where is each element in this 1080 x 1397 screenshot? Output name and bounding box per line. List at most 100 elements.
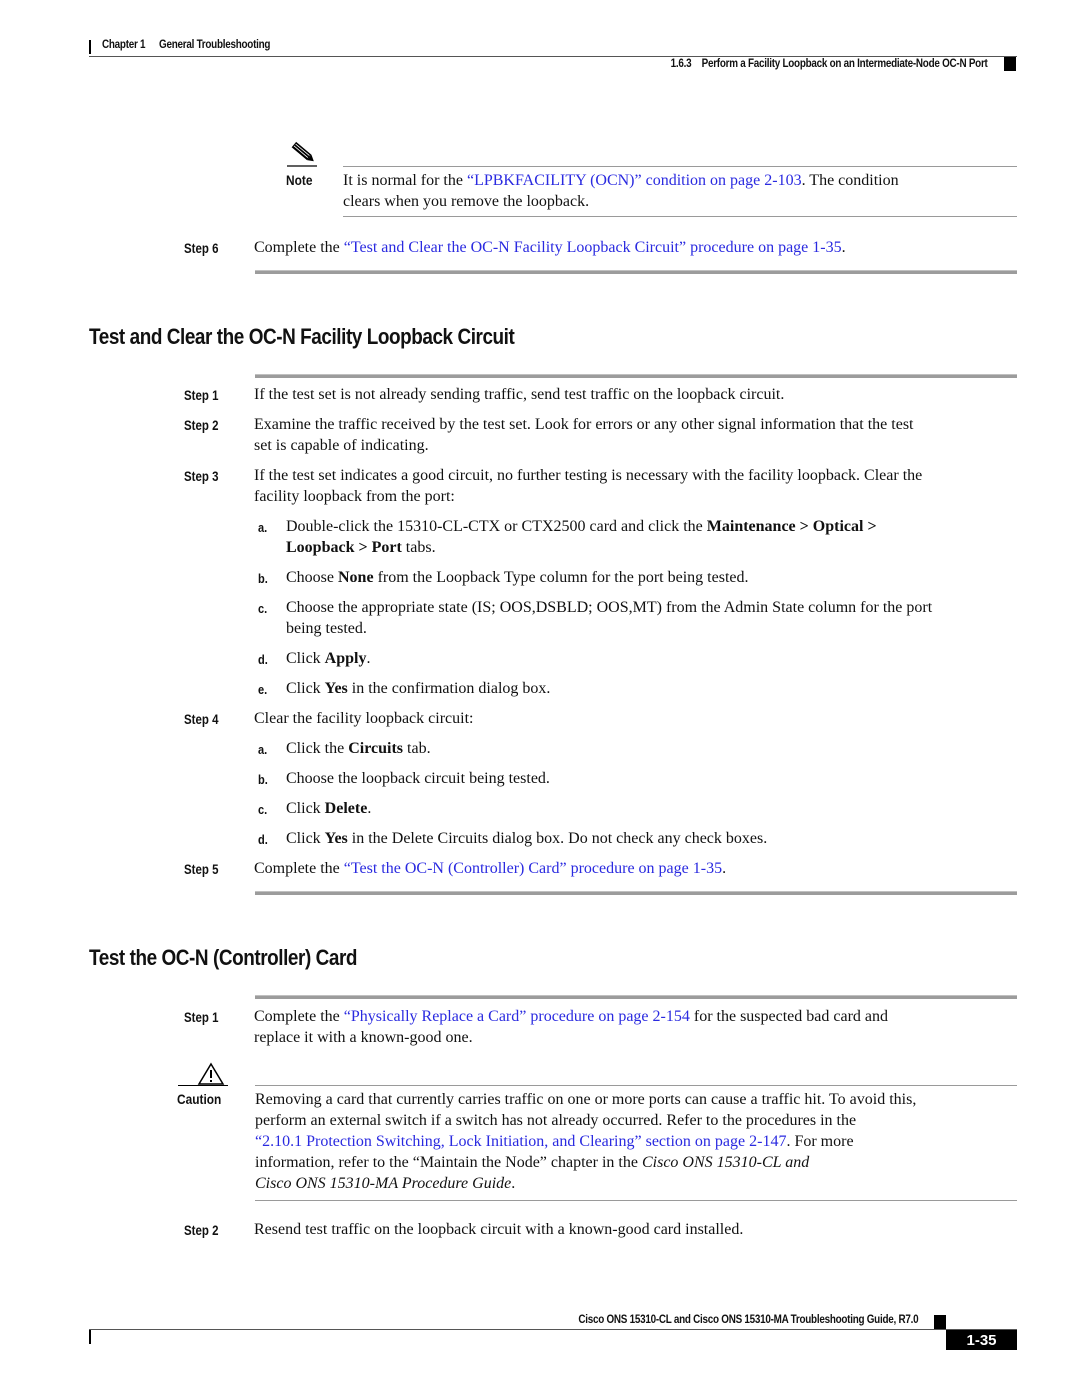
step-5-link[interactable]: “Test the OC-N (Controller) Card” proced… <box>344 860 722 877</box>
book-title: Cisco ONS 15310-CL and <box>641 1154 810 1171</box>
substep-label: d. <box>258 652 268 667</box>
ui-term: None <box>338 569 374 586</box>
step-text: Complete the “Test the OC-N (Controller)… <box>254 858 726 879</box>
text: . For more <box>786 1133 854 1150</box>
footer-marker-block <box>934 1315 946 1329</box>
substep-text: Double-click the 15310-CL-CTX or CTX2500… <box>286 516 877 537</box>
step-6-link[interactable]: “Test and Clear the OC-N Facility Loopba… <box>344 239 842 256</box>
footer-rule <box>89 1329 1017 1330</box>
header-rule <box>89 56 1017 57</box>
ui-term: Circuits <box>348 740 404 757</box>
note-link[interactable]: “LPBKFACILITY (OCN)” condition on page 2… <box>467 172 802 189</box>
text: tab. <box>403 740 431 757</box>
procedure-end-rule <box>255 891 1017 895</box>
text: Complete the <box>254 860 344 877</box>
step-label: Step 6 <box>184 240 219 256</box>
step-text: If the test set indicates a good circuit… <box>254 467 923 484</box>
text: . <box>366 650 371 667</box>
substep-text: Click Yes in the confirmation dialog box… <box>286 678 550 699</box>
section-title: Perform a Facility Loopback on an Interm… <box>702 58 988 70</box>
warning-triangle-icon <box>197 1062 225 1085</box>
procedure-start-rule <box>255 995 1017 999</box>
caution-text: Removing a card that currently carries t… <box>255 1091 917 1108</box>
substep-label: a. <box>258 520 268 535</box>
caution-text: perform an external switch if a switch h… <box>255 1112 857 1129</box>
step-text: Examine the traffic received by the test… <box>254 416 914 433</box>
text: information, refer to the “Maintain the … <box>255 1154 642 1171</box>
text: . <box>511 1175 516 1192</box>
step-label: Step 3 <box>184 468 219 484</box>
substep-text: Click Yes in the Delete Circuits dialog … <box>286 828 767 849</box>
caution-bottom-rule <box>255 1200 1017 1201</box>
step-text: If the test set is not already sending t… <box>254 386 785 403</box>
substep-text: Choose the loopback circuit being tested… <box>286 770 550 787</box>
procedure-end-rule <box>255 270 1017 274</box>
step-label: Step 1 <box>184 387 219 403</box>
substep-label: d. <box>258 832 268 847</box>
substep-label: b. <box>258 571 268 586</box>
note-text: It is normal for the <box>343 172 467 189</box>
text: Click the <box>286 740 349 757</box>
text: tabs. <box>401 539 436 556</box>
note-text: . The condition <box>801 172 899 189</box>
page-number: 1-35 <box>946 1330 1017 1350</box>
step-text: Resend test traffic on the loopback circ… <box>254 1221 744 1238</box>
protection-switching-link[interactable]: “2.10.1 Protection Switching, Lock Initi… <box>255 1133 786 1150</box>
caution-text: Cisco ONS 15310-MA Procedure Guide. <box>255 1173 515 1194</box>
caution-text: “2.10.1 Protection Switching, Lock Initi… <box>255 1131 854 1152</box>
substep-text: being tested. <box>286 620 367 637</box>
text: Click <box>286 830 325 847</box>
ui-term: Yes <box>324 680 348 697</box>
header-bar <box>89 40 91 54</box>
substep-label: e. <box>258 682 268 697</box>
step-text: set is capable of indicating. <box>254 437 429 454</box>
step-text: Clear the facility loopback circuit: <box>254 710 474 727</box>
substep-text: Choose the appropriate state (IS; OOS,DS… <box>286 599 933 616</box>
text: in the Delete Circuits dialog box. Do no… <box>347 830 768 847</box>
ui-path: Maintenance > Optical > <box>706 518 877 535</box>
step-text: replace it with a known-good one. <box>254 1029 473 1046</box>
substep-text: Choose None from the Loopback Type colum… <box>286 567 749 588</box>
step-label: Step 1 <box>184 1009 219 1025</box>
step-label: Step 4 <box>184 711 219 727</box>
step-label: Step 2 <box>184 1222 219 1238</box>
pencil-note-icon <box>287 141 317 167</box>
substep-text: Click the Circuits tab. <box>286 738 431 759</box>
ui-term: Apply <box>324 650 367 667</box>
ui-term: Delete <box>324 800 368 817</box>
substep-label: c. <box>258 802 268 817</box>
replace-card-link[interactable]: “Physically Replace a Card” procedure on… <box>344 1008 690 1025</box>
chapter-number: Chapter 1 <box>102 39 146 51</box>
step-6-text: Complete the “Test and Clear the OC-N Fa… <box>254 237 846 258</box>
header-chapter: Chapter 1 General Troubleshooting <box>102 39 270 51</box>
procedure-start-rule <box>255 374 1017 378</box>
caution-top-rule <box>255 1085 1017 1086</box>
step-text: . <box>841 239 846 256</box>
text: Complete the <box>254 1008 344 1025</box>
header-marker-block <box>1004 57 1016 71</box>
caution-label: Caution <box>177 1091 222 1107</box>
header-section: 1.6.3 Perform a Facility Loopback on an I… <box>671 58 988 70</box>
note-bottom-rule <box>343 216 1017 217</box>
step-text: Complete the “Physically Replace a Card”… <box>254 1006 888 1027</box>
section-heading: Test the OC-N (Controller) Card <box>89 945 358 970</box>
chapter-title: General Troubleshooting <box>159 39 271 51</box>
step-label: Step 5 <box>184 861 219 877</box>
ui-path: Loopback > Port <box>286 539 402 556</box>
text: Click <box>286 650 325 667</box>
substep-label: a. <box>258 742 268 757</box>
note-top-rule <box>343 166 1017 167</box>
footer-bar <box>89 1330 91 1344</box>
text: . <box>367 800 372 817</box>
caution-text: information, refer to the “Maintain the … <box>255 1152 809 1173</box>
text: Double-click the 15310-CL-CTX or CTX2500… <box>286 518 707 535</box>
note-label: Note <box>286 172 313 188</box>
text: from the Loopback Type column for the po… <box>373 569 749 586</box>
substep-text: Click Delete. <box>286 798 371 819</box>
text: in the confirmation dialog box. <box>347 680 551 697</box>
note-line-2: clears when you remove the loopback. <box>343 193 590 210</box>
ui-term: Yes <box>324 830 348 847</box>
step-label: Step 2 <box>184 417 219 433</box>
book-title: Cisco ONS 15310-MA Procedure Guide <box>255 1175 512 1192</box>
substep-label: c. <box>258 601 268 616</box>
